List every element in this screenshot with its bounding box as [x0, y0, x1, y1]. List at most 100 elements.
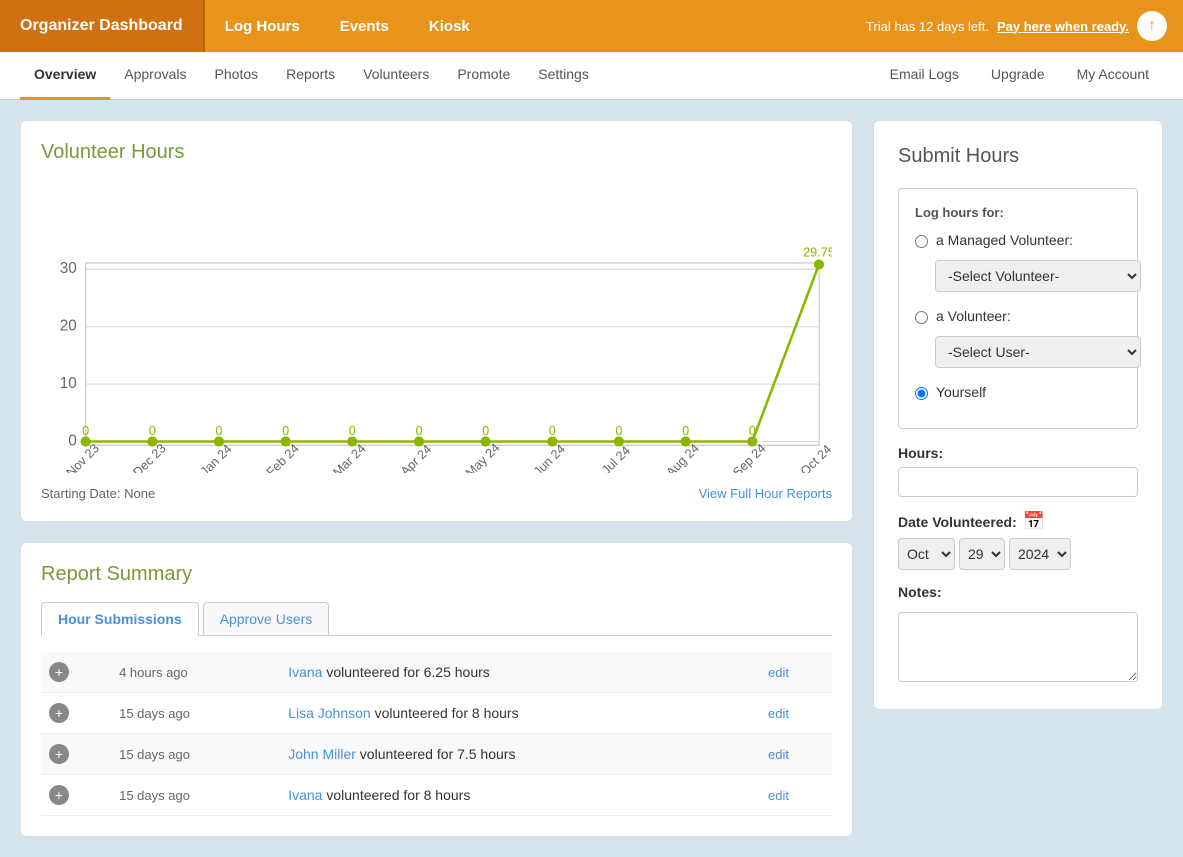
nav-volunteers[interactable]: Volunteers	[349, 52, 443, 100]
secondary-nav-right: Email Logs Upgrade My Account	[876, 52, 1163, 100]
brand-logo[interactable]: Organizer Dashboard	[0, 0, 205, 52]
table-row: + 15 days ago John Miller volunteered fo…	[41, 734, 832, 775]
svg-text:10: 10	[60, 375, 77, 392]
expand-icon[interactable]: +	[49, 703, 69, 723]
trial-text: Trial has 12 days left.	[866, 19, 989, 34]
year-select[interactable]: 2024202220232025	[1009, 538, 1071, 570]
edit-link[interactable]: edit	[768, 747, 789, 762]
user-link[interactable]: Lisa Johnson	[288, 705, 371, 721]
nav-overview[interactable]: Overview	[20, 52, 110, 100]
svg-text:0: 0	[615, 423, 622, 438]
nav-email-logs[interactable]: Email Logs	[876, 52, 973, 100]
select-user-dropdown[interactable]: -Select User-	[935, 336, 1141, 368]
svg-text:Apr 24: Apr 24	[397, 441, 434, 473]
user-link[interactable]: John Miller	[288, 746, 356, 762]
hours-input[interactable]	[898, 467, 1138, 497]
yourself-radio[interactable]	[915, 387, 928, 400]
starting-date: Starting Date: None	[41, 486, 155, 501]
main-content: Volunteer Hours 0 10 20 30	[0, 100, 1183, 857]
activity-cell: Lisa Johnson volunteered for 8 hours	[280, 693, 760, 734]
svg-text:0: 0	[682, 423, 689, 438]
svg-text:Oct 24: Oct 24	[797, 441, 832, 473]
log-hours-nav-link[interactable]: Log Hours	[205, 0, 320, 52]
log-hours-label: Log hours for:	[915, 205, 1121, 220]
upload-icon[interactable]: ↑	[1137, 11, 1167, 41]
volunteer-hours-card: Volunteer Hours 0 10 20 30	[20, 120, 853, 522]
top-navigation: Organizer Dashboard Log Hours Events Kio…	[0, 0, 1183, 52]
date-volunteered-label: Date Volunteered: 📅	[898, 511, 1138, 532]
managed-volunteer-radio[interactable]	[915, 235, 928, 248]
table-row: + 4 hours ago Ivana volunteered for 6.25…	[41, 652, 832, 693]
svg-text:0: 0	[482, 423, 489, 438]
nav-promote[interactable]: Promote	[443, 52, 524, 100]
yourself-label: Yourself	[936, 384, 986, 400]
time-ago: 15 days ago	[111, 734, 280, 775]
activity-cell: Ivana volunteered for 6.25 hours	[280, 652, 760, 693]
edit-link[interactable]: edit	[768, 665, 789, 680]
user-link[interactable]: Ivana	[288, 787, 322, 803]
day-select[interactable]: 29 12345 678910 1112131415 1617181920 21…	[959, 538, 1005, 570]
edit-link[interactable]: edit	[768, 788, 789, 803]
user-link[interactable]: Ivana	[288, 664, 322, 680]
submit-hours-card: Submit Hours Log hours for: a Managed Vo…	[873, 120, 1163, 710]
date-row: Oct JanFebMarApr MayJunJulAug SepNovDec …	[898, 538, 1138, 570]
svg-text:0: 0	[749, 423, 756, 438]
edit-link[interactable]: edit	[768, 706, 789, 721]
time-ago: 4 hours ago	[111, 652, 280, 693]
nav-reports[interactable]: Reports	[272, 52, 349, 100]
expand-icon[interactable]: +	[49, 744, 69, 764]
hours-chart: 0 10 20 30	[41, 180, 832, 476]
top-nav-links: Log Hours Events Kiosk	[205, 0, 850, 52]
hours-label: Hours:	[898, 445, 1138, 461]
svg-text:0: 0	[349, 423, 356, 438]
svg-text:0: 0	[149, 423, 156, 438]
managed-volunteer-label: a Managed Volunteer:	[936, 232, 1073, 248]
nav-upgrade[interactable]: Upgrade	[977, 52, 1059, 100]
activity-cell: Ivana volunteered for 8 hours	[280, 775, 760, 816]
time-ago: 15 days ago	[111, 775, 280, 816]
select-volunteer-dropdown[interactable]: -Select Volunteer-	[935, 260, 1141, 292]
chart-footer: Starting Date: None View Full Hour Repor…	[41, 486, 832, 501]
nav-photos[interactable]: Photos	[201, 52, 273, 100]
time-ago: 15 days ago	[111, 693, 280, 734]
tab-hour-submissions[interactable]: Hour Submissions	[41, 602, 199, 636]
pay-link[interactable]: Pay here when ready.	[997, 19, 1129, 34]
month-select[interactable]: Oct JanFebMarApr MayJunJulAug SepNovDec	[898, 538, 955, 570]
report-summary-card: Report Summary Hour Submissions Approve …	[20, 542, 853, 837]
nav-my-account[interactable]: My Account	[1063, 52, 1163, 100]
svg-text:Jun 24: Jun 24	[530, 441, 568, 473]
svg-text:Jan 24: Jan 24	[197, 441, 235, 473]
secondary-nav-left: Overview Approvals Photos Reports Volunt…	[20, 52, 876, 100]
expand-icon[interactable]: +	[49, 662, 69, 682]
yourself-option: Yourself	[915, 384, 1121, 400]
nav-settings[interactable]: Settings	[524, 52, 603, 100]
secondary-navigation: Overview Approvals Photos Reports Volunt…	[0, 52, 1183, 100]
volunteer-hours-title: Volunteer Hours	[41, 141, 832, 164]
svg-text:29.75: 29.75	[803, 245, 832, 260]
svg-text:Jul 24: Jul 24	[598, 443, 633, 474]
svg-text:0: 0	[415, 423, 422, 438]
svg-text:0: 0	[282, 423, 289, 438]
nav-approvals[interactable]: Approvals	[110, 52, 200, 100]
volunteer-radio[interactable]	[915, 311, 928, 324]
svg-text:0: 0	[549, 423, 556, 438]
svg-text:0: 0	[215, 423, 222, 438]
kiosk-nav-link[interactable]: Kiosk	[409, 0, 490, 52]
expand-icon[interactable]: +	[49, 785, 69, 805]
right-column: Submit Hours Log hours for: a Managed Vo…	[873, 120, 1163, 837]
submissions-table: + 4 hours ago Ivana volunteered for 6.25…	[41, 652, 832, 816]
volunteer-label: a Volunteer:	[936, 308, 1011, 324]
svg-text:30: 30	[60, 260, 77, 277]
table-row: + 15 days ago Lisa Johnson volunteered f…	[41, 693, 832, 734]
calendar-icon[interactable]: 📅	[1023, 511, 1045, 532]
tab-approve-users[interactable]: Approve Users	[203, 602, 330, 635]
table-row: + 15 days ago Ivana volunteered for 8 ho…	[41, 775, 832, 816]
activity-text: volunteered for 6.25 hours	[326, 664, 489, 680]
chart-svg: 0 10 20 30	[41, 180, 832, 473]
svg-text:0: 0	[68, 432, 77, 449]
view-full-reports-link[interactable]: View Full Hour Reports	[699, 486, 832, 501]
events-nav-link[interactable]: Events	[320, 0, 409, 52]
svg-text:20: 20	[60, 318, 77, 335]
notes-textarea[interactable]	[898, 612, 1138, 682]
left-column: Volunteer Hours 0 10 20 30	[20, 120, 853, 837]
